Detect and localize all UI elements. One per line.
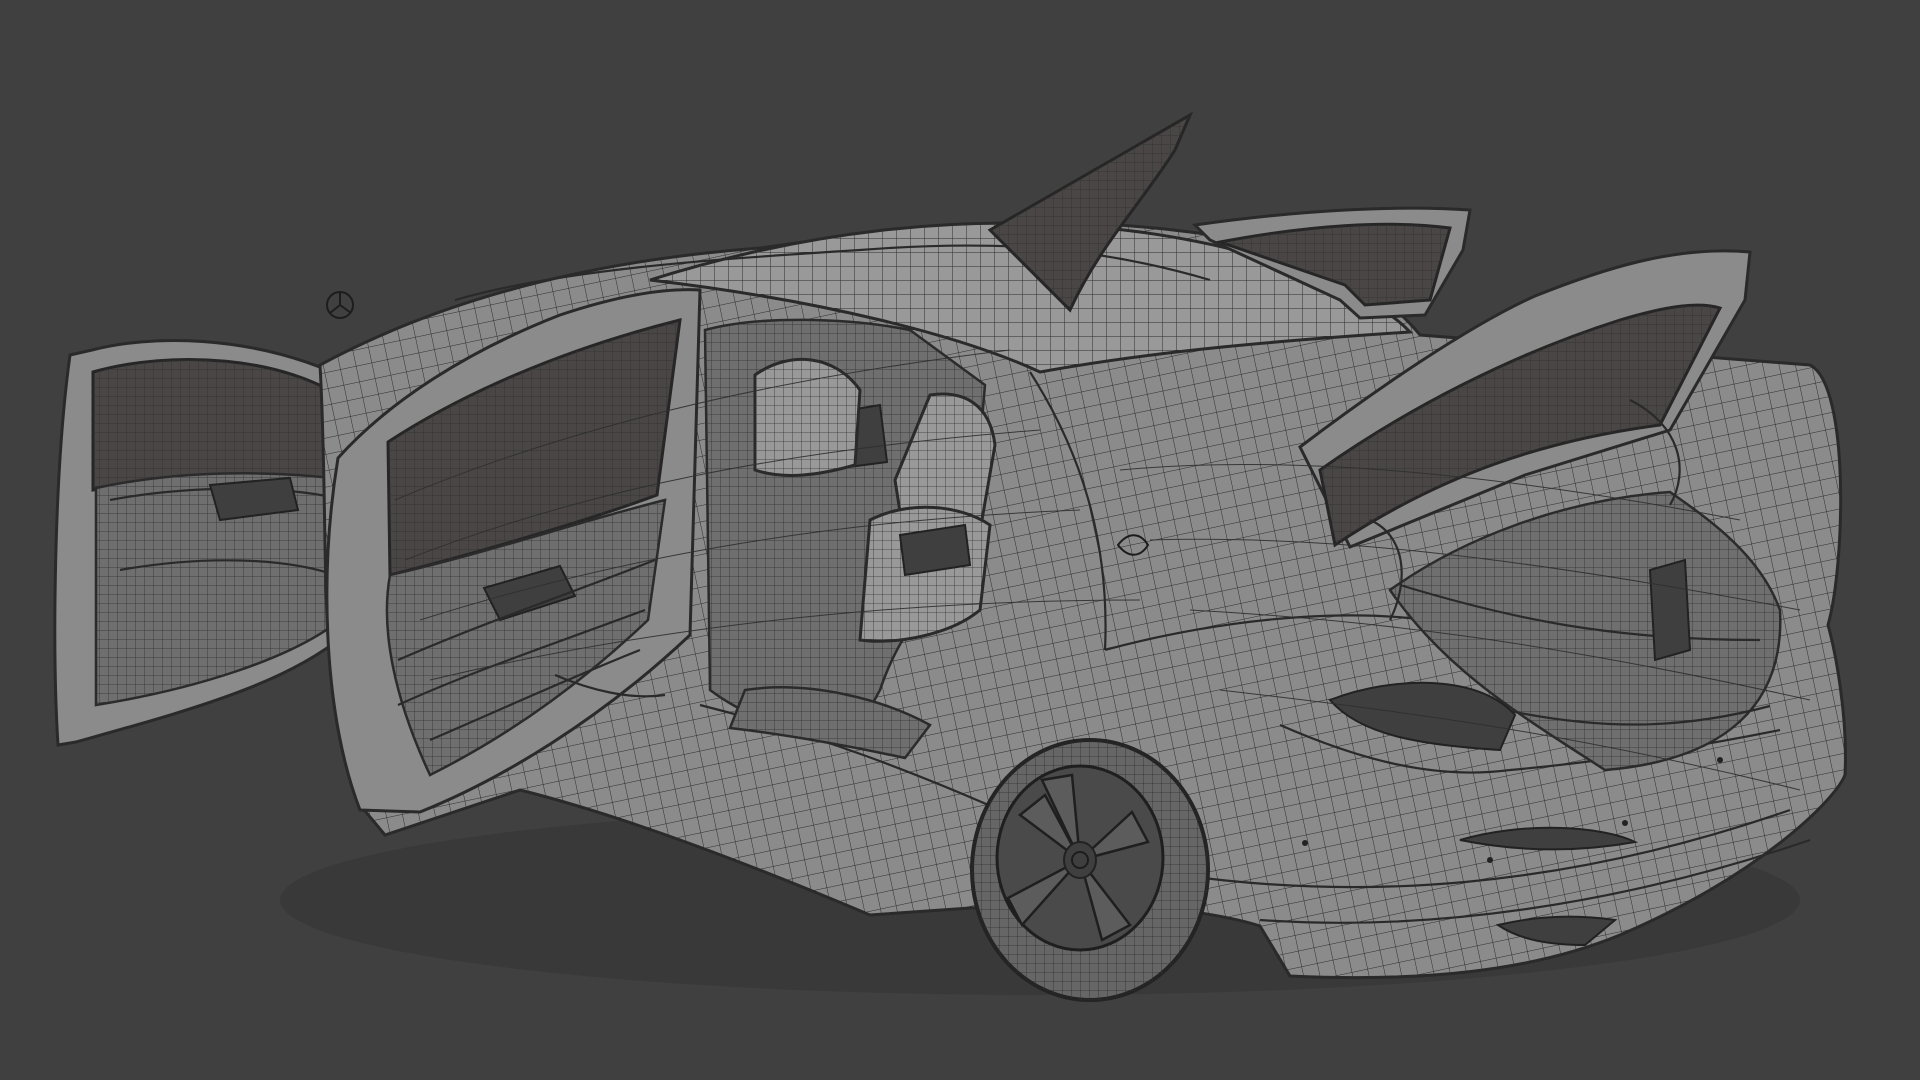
- parking-sensor-icon: [1622, 820, 1628, 826]
- parking-sensor-icon: [1487, 857, 1493, 863]
- parking-sensor-icon: [1302, 840, 1308, 846]
- car-wireframe-render: [53, 111, 1847, 1002]
- parking-sensor-icon: [1717, 757, 1723, 763]
- 3d-viewport[interactable]: [0, 0, 1920, 1080]
- rear-wheel: [970, 738, 1210, 1002]
- front-star-logo: [326, 291, 354, 319]
